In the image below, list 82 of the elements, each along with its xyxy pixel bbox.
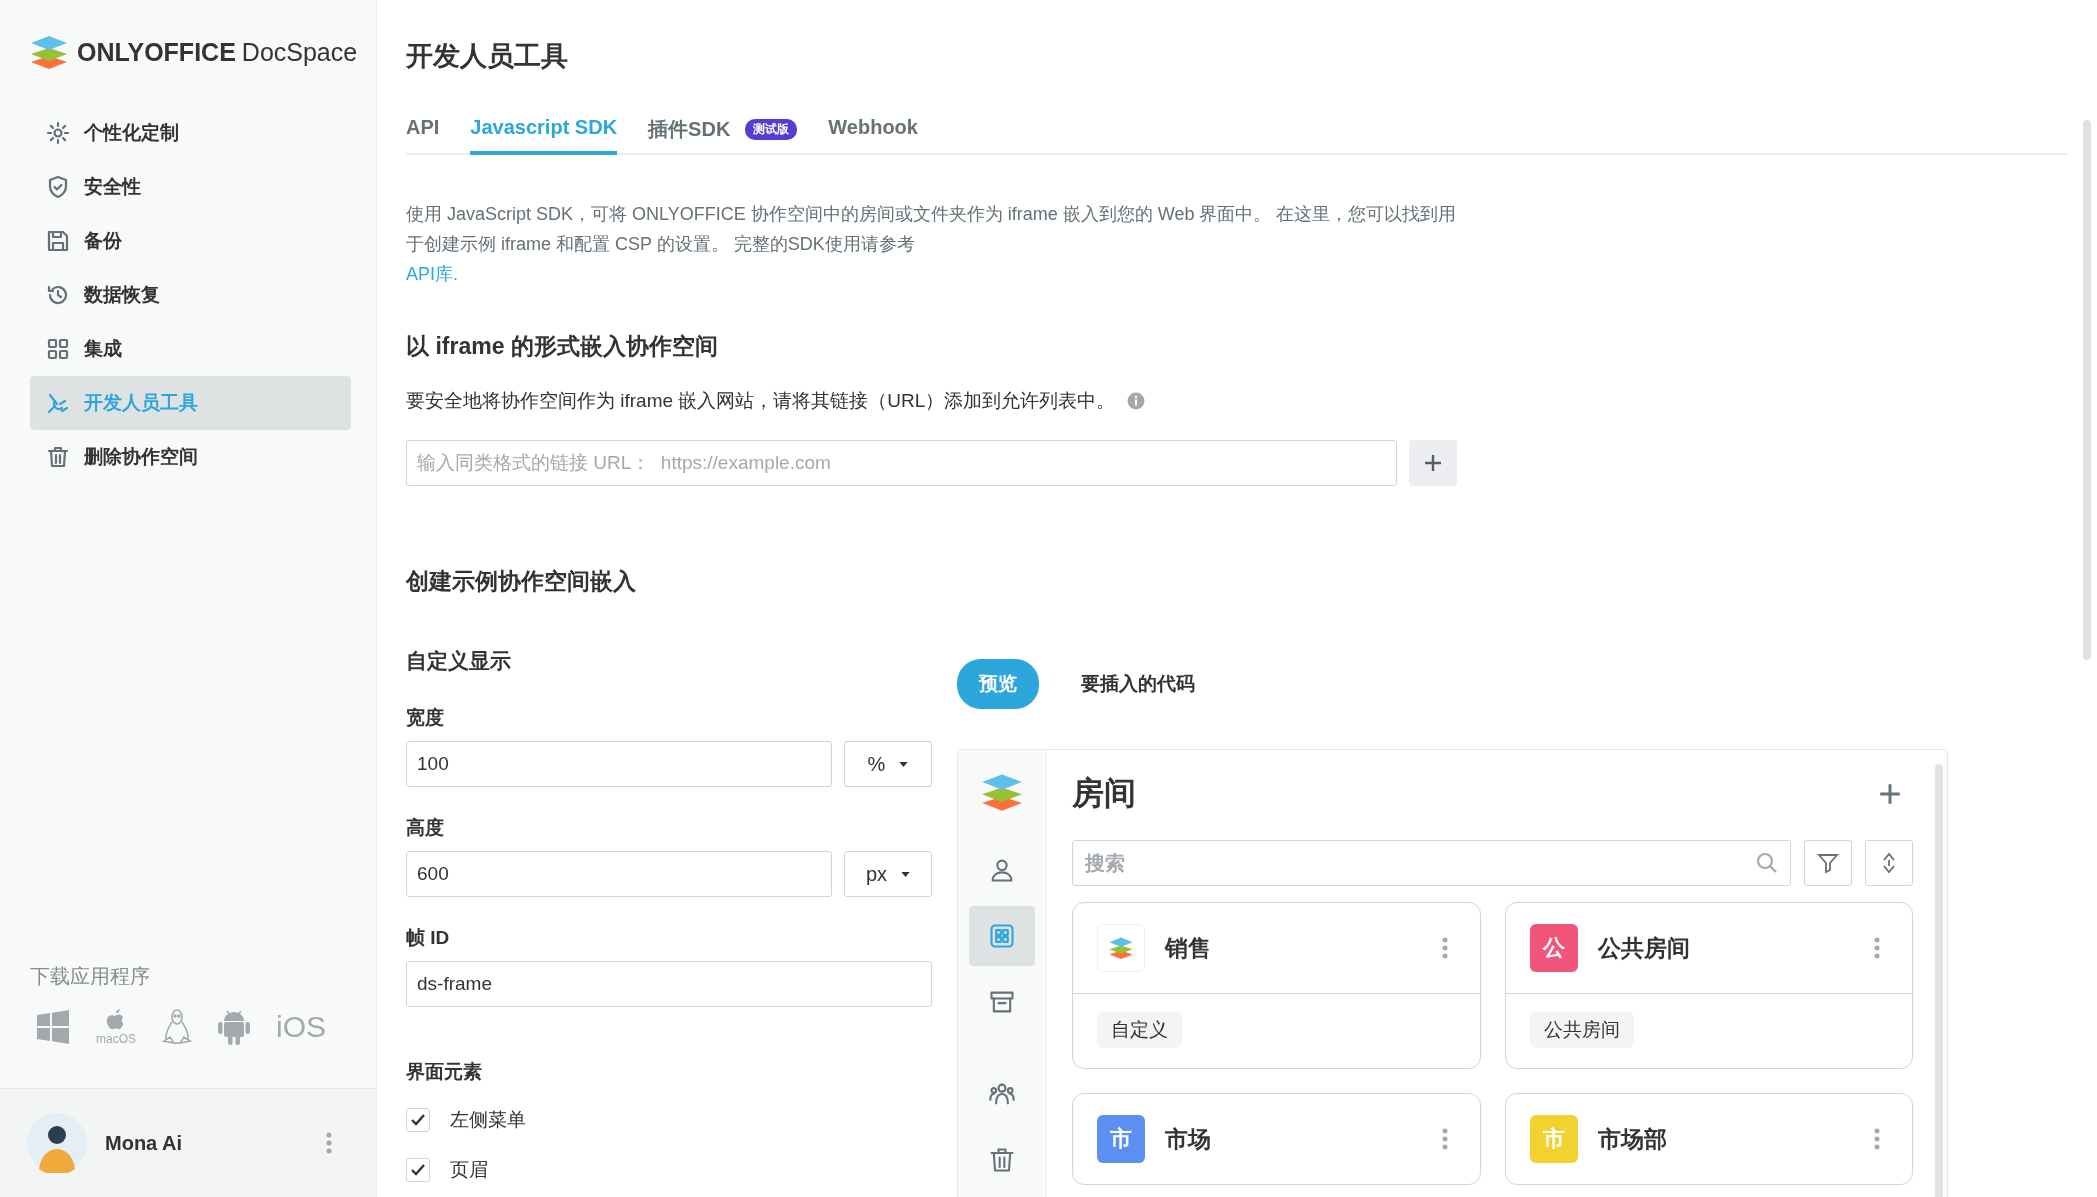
caret-icon (901, 871, 911, 877)
more-icon[interactable] (1441, 1128, 1448, 1150)
more-icon[interactable] (1874, 1128, 1880, 1150)
logo-icon (980, 772, 1024, 812)
floppy-icon (46, 229, 70, 253)
check-icon (411, 1114, 425, 1126)
tab[interactable]: API (406, 116, 440, 155)
check-icon (411, 1164, 425, 1176)
unit-dropdown[interactable]: px (844, 851, 932, 897)
info-icon[interactable] (1127, 392, 1146, 410)
android-icon[interactable] (218, 1009, 250, 1045)
sidebar-item[interactable]: 数据恢复 (30, 268, 351, 322)
tab[interactable]: Webhook (828, 116, 918, 155)
search-field[interactable]: 搜索 (1072, 840, 1791, 886)
field-label: 高度 (406, 816, 445, 840)
room-card[interactable]: 市 市场部 (1504, 1093, 1913, 1185)
scrollbar[interactable] (1935, 764, 1943, 1197)
filter-icon (1816, 851, 1840, 875)
height-field[interactable]: 600 (406, 851, 832, 897)
sidebar-item[interactable]: 删除协作空间 (30, 430, 351, 484)
frame-id-field[interactable]: ds-frame (406, 961, 932, 1007)
grid-icon (46, 337, 70, 361)
plus-icon (1424, 454, 1442, 472)
search-icon (1755, 851, 1779, 875)
room-name: 销售 (1165, 933, 1212, 963)
width-field[interactable]: 100 (406, 741, 832, 787)
room-logo (1097, 924, 1145, 972)
filter-button[interactable] (1804, 840, 1852, 886)
history-icon (46, 283, 70, 307)
more-icon[interactable] (1441, 937, 1448, 959)
scrollbar[interactable] (2083, 120, 2091, 660)
avatar-icon[interactable] (27, 1113, 87, 1173)
url-field[interactable]: 输入同类格式的链接 URL： https://example.com (406, 440, 1397, 486)
add-button[interactable] (1409, 440, 1457, 486)
user-name: Mona Ai (105, 1131, 184, 1155)
logo-icon (29, 34, 69, 70)
download-title: 下载应用程序 (30, 964, 151, 989)
product-name: DocSpace (241, 37, 358, 67)
sidebar-item[interactable]: 安全性 (30, 160, 351, 214)
trash-icon (46, 445, 70, 469)
sidebar-item[interactable]: 备份 (30, 214, 351, 268)
room-avatar: 公 (1529, 924, 1578, 972)
sidebar-item[interactable]: 个性化定制 (30, 106, 351, 160)
room-name: 市场部 (1597, 1124, 1668, 1154)
windows-icon[interactable] (36, 1010, 70, 1044)
room-name: 公共房间 (1597, 933, 1691, 963)
room-avatar: 市 (1529, 1115, 1578, 1163)
beta-badge: 测试版 (745, 119, 798, 140)
allowlist-note: 要安全地将协作空间作为 iframe 嵌入网站，请将其链接（URL）添加到允许列表中。 (406, 389, 1116, 413)
page-title: 开发人员工具 (406, 40, 569, 73)
caret-icon (899, 761, 909, 767)
section-title: 创建示例协作空间嵌入 (406, 567, 637, 596)
rooms-icon[interactable] (969, 906, 1035, 966)
field-label: 帧 ID (406, 926, 451, 950)
brand-name: ONLYOFFICE (77, 37, 236, 67)
intro-text: 使用 JavaScript SDK，可将 ONLYOFFICE 协作空间中的房间或文件夹作为 iframe 嵌入到您的 Web 界面中。 在这里，您可以找到用于创建示例 iframe 和配置 CSP 的设置。 完整的SDK使用请参考 (406, 203, 1458, 256)
room-tag[interactable]: 公共房间 (1529, 1012, 1634, 1048)
penguin-icon[interactable] (162, 1008, 192, 1046)
more-icon[interactable] (1874, 937, 1880, 959)
checkbox[interactable] (406, 1158, 430, 1182)
tab[interactable]: 插件SDK 测试版 (648, 116, 798, 155)
more-icon[interactable] (326, 1132, 332, 1154)
room-name: 市场 (1165, 1124, 1212, 1154)
plus-icon[interactable] (1879, 783, 1901, 805)
unit-dropdown[interactable]: % (844, 741, 932, 787)
sort-button[interactable] (1865, 840, 1913, 886)
view-tab[interactable]: 要插入的代码 (1059, 659, 1217, 709)
shield-icon (46, 175, 70, 199)
room-card[interactable]: 市 市场 (1072, 1093, 1481, 1185)
checkbox-label: 左侧菜单 (450, 1108, 526, 1132)
field-label: 宽度 (406, 706, 445, 730)
room-card[interactable]: 销售 自定义 (1072, 902, 1481, 1069)
rooms-title: 房间 (1072, 774, 1136, 813)
subsection-title: 界面元素 (406, 1060, 483, 1084)
room-tag[interactable]: 自定义 (1097, 1012, 1182, 1048)
checkbox[interactable] (406, 1108, 430, 1132)
room-card[interactable]: 公 公共房间 公共房间 (1504, 902, 1913, 1069)
section-title: 以 iframe 的形式嵌入协作空间 (406, 332, 719, 361)
sidebar-item[interactable]: 集成 (30, 322, 351, 376)
room-avatar: 市 (1097, 1115, 1145, 1163)
checkbox-label: 页眉 (450, 1158, 488, 1182)
subsection-title: 自定义显示 (406, 648, 512, 674)
